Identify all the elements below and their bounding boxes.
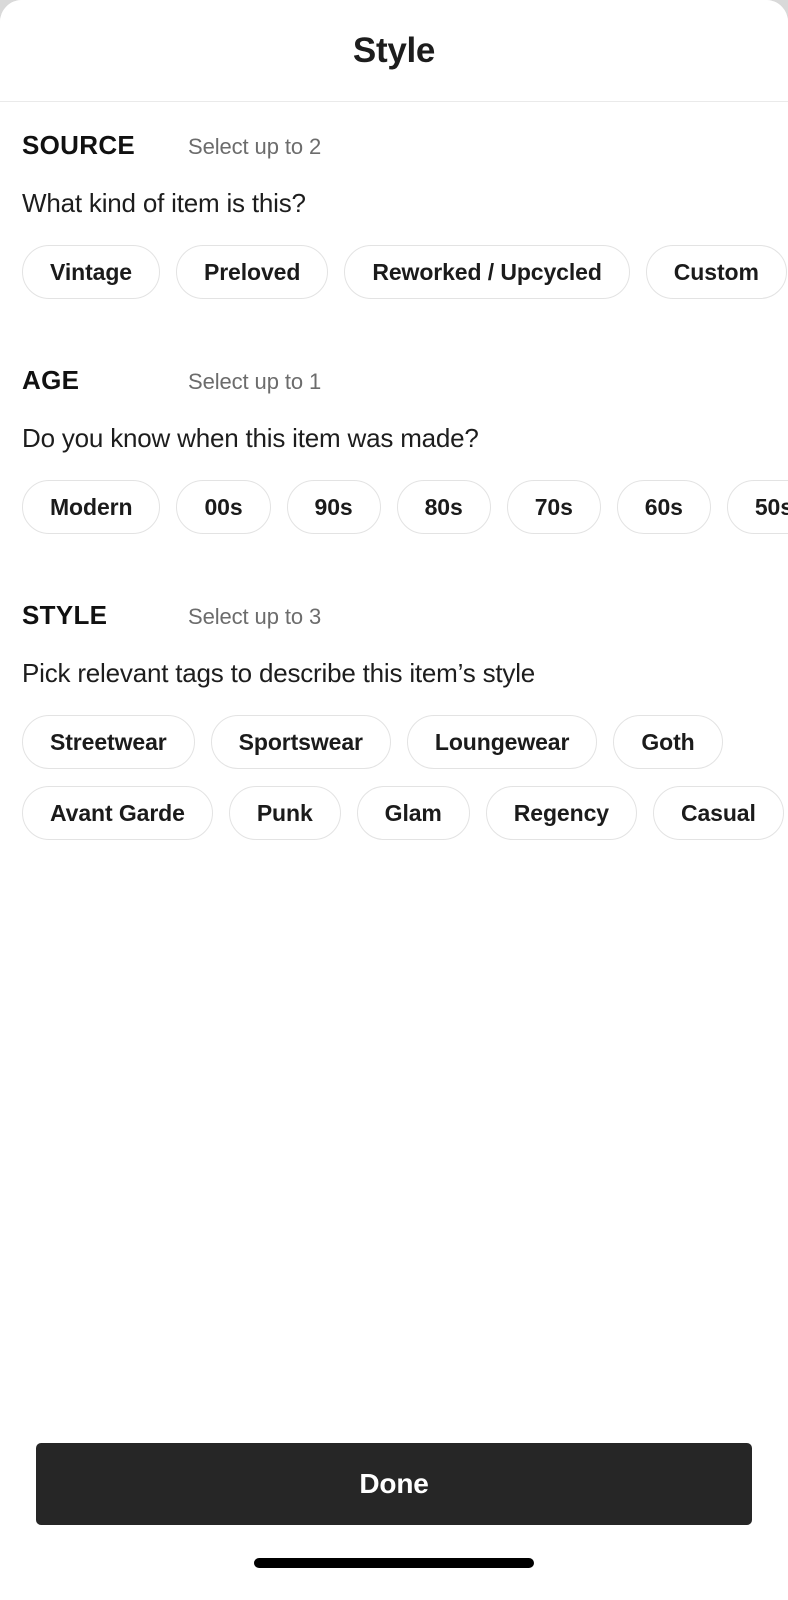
section-age-title: AGE <box>22 365 80 395</box>
section-style: STYLE Select up to 3 Pick relevant tags … <box>0 534 788 840</box>
chip-60s[interactable]: 60s <box>616 480 711 534</box>
chip-70s[interactable]: 70s <box>506 480 601 534</box>
chip-streetwear[interactable]: Streetwear <box>22 715 195 769</box>
style-chip-row[interactable]: Streetwear Sportswear Loungewear Goth Av… <box>22 715 788 840</box>
chip-vintage[interactable]: Vintage <box>22 245 160 299</box>
source-chip-row[interactable]: Vintage Preloved Reworked / Upcycled Cus… <box>22 245 788 299</box>
chip-preloved[interactable]: Preloved <box>175 245 329 299</box>
chip-50s[interactable]: 50s <box>726 480 788 534</box>
chip-casual[interactable]: Casual <box>652 786 784 840</box>
chip-glam[interactable]: Glam <box>356 786 470 840</box>
chip-00s[interactable]: 00s <box>176 480 271 534</box>
chip-regency[interactable]: Regency <box>485 786 637 840</box>
page-title: Style <box>352 30 436 70</box>
style-modal-sheet: Style SOURCE Select up to 2 What kind of… <box>0 0 788 1600</box>
done-button[interactable]: Done <box>36 1443 752 1525</box>
section-age-hint: Select up to 1 <box>188 369 322 394</box>
chip-goth[interactable]: Goth <box>613 715 723 769</box>
section-source-title: SOURCE <box>22 130 136 160</box>
section-age-header: AGE Select up to 1 <box>22 365 788 399</box>
chip-punk[interactable]: Punk <box>228 786 341 840</box>
sheet-header: Style <box>0 0 788 102</box>
chip-loungewear[interactable]: Loungewear <box>406 715 598 769</box>
section-style-header: STYLE Select up to 3 <box>22 600 788 634</box>
chip-avant-garde[interactable]: Avant Garde <box>22 786 213 840</box>
section-source-hint: Select up to 2 <box>188 134 322 159</box>
home-indicator[interactable] <box>254 1557 534 1568</box>
sheet-footer: Done <box>0 1443 788 1600</box>
section-style-title: STYLE <box>22 600 108 630</box>
chip-sportswear[interactable]: Sportswear <box>210 715 391 769</box>
section-source: SOURCE Select up to 2 What kind of item … <box>0 102 788 299</box>
chip-custom[interactable]: Custom <box>645 245 787 299</box>
chip-reworked-upcycled[interactable]: Reworked / Upcycled <box>344 245 630 299</box>
sheet-body: SOURCE Select up to 2 What kind of item … <box>0 102 788 840</box>
age-chip-row[interactable]: Modern 00s 90s 80s 70s 60s 50s <box>22 480 788 534</box>
section-source-question: What kind of item is this? <box>22 188 306 218</box>
section-style-question: Pick relevant tags to describe this item… <box>22 658 536 688</box>
section-age-question: Do you know when this item was made? <box>22 423 479 453</box>
chip-modern[interactable]: Modern <box>22 480 161 534</box>
chip-80s[interactable]: 80s <box>396 480 491 534</box>
section-style-hint: Select up to 3 <box>188 604 322 629</box>
home-indicator-area <box>0 1525 788 1600</box>
chip-90s[interactable]: 90s <box>286 480 381 534</box>
section-source-header: SOURCE Select up to 2 <box>22 130 788 164</box>
section-age: AGE Select up to 1 Do you know when this… <box>0 299 788 534</box>
